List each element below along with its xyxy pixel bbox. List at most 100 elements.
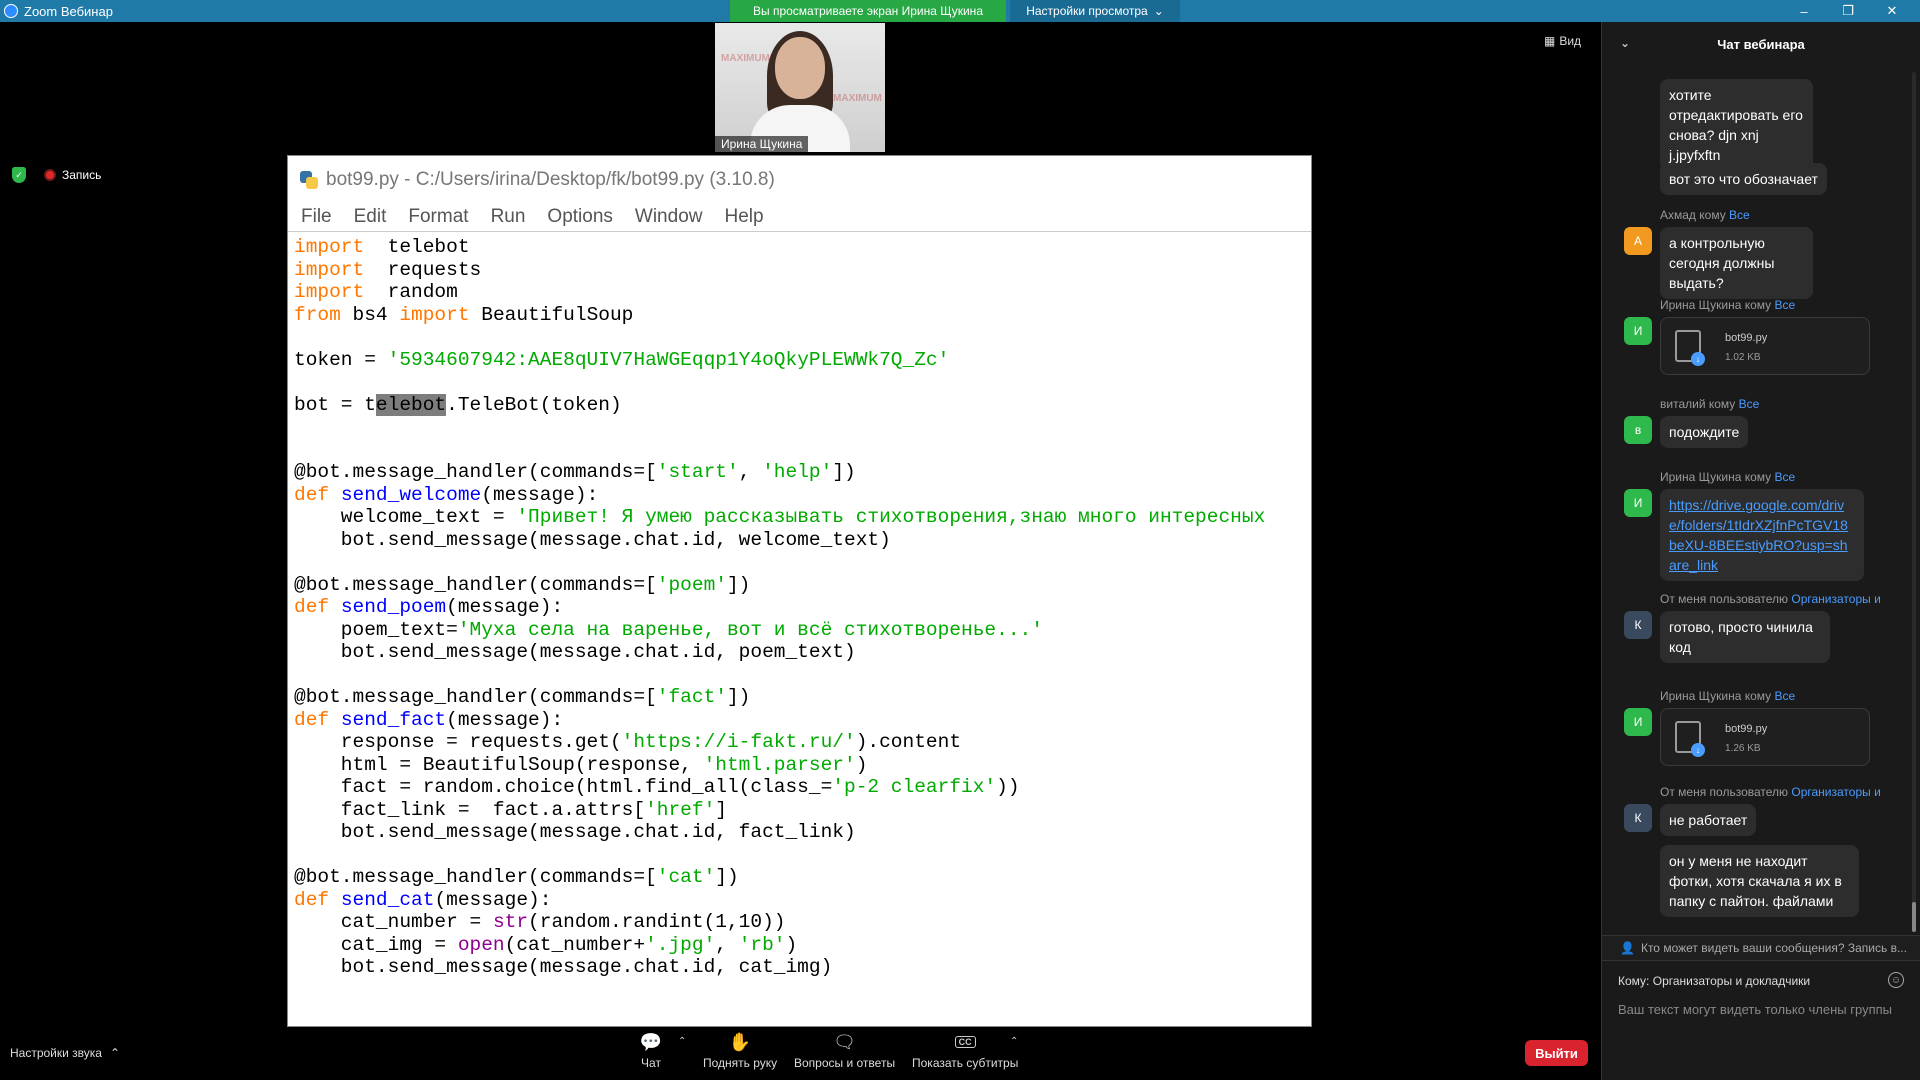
code-token: send_cat (340, 888, 435, 911)
code-token: 'Муха села на варенье, вот и всё стихотв… (457, 618, 1043, 641)
who-can-see-bar[interactable]: 👤 Кто может видеть ваши сообщения? Запис… (1602, 935, 1920, 961)
editor-menu-bar: File Edit Format Run Options Window Help (288, 203, 1311, 232)
code-token: import (294, 281, 365, 303)
code-line: welcome_text = 'Привет! Я умею рассказыв… (294, 506, 1311, 529)
code-token: import (399, 303, 470, 326)
code-token: def (294, 888, 330, 911)
view-settings-button[interactable]: Настройки просмотра ⌄ (1010, 0, 1180, 22)
speaker-video[interactable]: MAXIMUM MAXIMUM Ирина Щукина (715, 23, 885, 152)
chat-scrollbar[interactable] (1912, 72, 1916, 932)
recipient-link[interactable]: Все (1775, 298, 1796, 312)
chat-messages[interactable]: хотите отредактировать его снова? djn xn… (1602, 67, 1920, 935)
code-line: fact_link = fact.a.attrs['href'] (294, 799, 1311, 822)
chat-message: не работает (1660, 804, 1757, 836)
recipient-selector[interactable]: Кому: Организаторы и докладчики (1618, 974, 1810, 988)
code-token: fact = random.choice(html.find_all(class… (294, 776, 833, 798)
to-label: Кому: (1618, 974, 1650, 988)
menu-item-edit[interactable]: Edit (354, 206, 387, 228)
code-line: cat_number = str(random.randint(1,10)) (294, 911, 1311, 934)
file-attachment[interactable]: ↓ bot99.py 1.26 KB (1660, 708, 1870, 766)
code-token: str (492, 911, 529, 933)
chat-message: хотите отредактировать его снова? djn xn… (1660, 79, 1813, 171)
code-token: 'https://i-fakt.ru/' (621, 731, 856, 753)
code-token: open (457, 933, 505, 956)
chat-message: он у меня не находит фотки, хотя скачала… (1660, 845, 1859, 917)
watermark: MAXIMUM (721, 53, 770, 64)
view-button[interactable]: ▦ Вид (1544, 34, 1581, 48)
download-icon[interactable]: ↓ (1691, 352, 1705, 366)
audio-settings-button[interactable]: Настройки звука ⌃ (10, 1046, 120, 1060)
view-settings-label: Настройки просмотра (1026, 4, 1148, 18)
file-attachment[interactable]: ↓ bot99.py 1.02 KB (1660, 317, 1870, 375)
avatar: И (1624, 708, 1652, 736)
recipient-link[interactable]: Все (1775, 470, 1796, 484)
code-editor[interactable]: import telebot import requests import rand… (294, 236, 1311, 1026)
recipient-link[interactable]: Организаторы и (1791, 592, 1880, 606)
sender-name: Ирина Щукина кому (1660, 689, 1775, 703)
recipient-link[interactable]: Все (1729, 208, 1750, 222)
menu-item-file[interactable]: File (301, 206, 332, 228)
code-token: ]) (832, 461, 856, 483)
menu-item-run[interactable]: Run (491, 206, 526, 228)
recipient-link[interactable]: Все (1739, 397, 1760, 411)
python-icon (300, 170, 318, 189)
code-token: def (294, 708, 330, 731)
leave-button[interactable]: Выйти (1525, 1040, 1588, 1066)
code-token: BeautifulSoup (469, 303, 634, 326)
message-link[interactable]: https://drive.google.com/drive/folders/1… (1669, 497, 1848, 573)
recipient-link[interactable]: Организаторы и (1791, 785, 1880, 799)
code-line: bot.send_message(message.chat.id, cat_im… (294, 956, 1311, 979)
sender-name: Ирина Щукина кому (1660, 470, 1775, 484)
code-line: def send_poem(message): (294, 596, 1311, 619)
code-token: (message): (481, 483, 599, 506)
code-token: ]) (715, 866, 739, 888)
people-icon: 👤 (1620, 941, 1635, 955)
chat-scroll-thumb[interactable] (1912, 902, 1916, 932)
code-line: def send_cat(message): (294, 889, 1311, 912)
code-token: 'poem' (656, 573, 727, 596)
code-line: html = BeautifulSoup(response, 'html.par… (294, 754, 1311, 777)
code-line: import requests (294, 259, 1311, 282)
captions-button[interactable]: CC Показать субтитры (912, 1032, 1018, 1070)
code-token: @bot.message_handler(commands=[ (294, 686, 657, 708)
code-line: def send_fact(message): (294, 709, 1311, 732)
minimize-button[interactable]: – (1782, 0, 1826, 22)
recipient-link[interactable]: Все (1775, 689, 1796, 703)
chevron-down-icon[interactable]: ⌄ (1620, 36, 1630, 50)
code-token: def (294, 596, 330, 618)
idle-editor-window: bot99.py - C:/Users/irina/Desktop/fk/bot… (287, 155, 1312, 1027)
emoji-icon[interactable]: ☺ (1888, 972, 1904, 988)
code-line: @bot.message_handler(commands=['cat']) (294, 866, 1311, 889)
file-name: bot99.py (1725, 332, 1768, 344)
avatar: К (1624, 611, 1652, 639)
chevron-up-icon[interactable]: ⌃ (1010, 1036, 1018, 1047)
menu-item-window[interactable]: Window (635, 206, 703, 228)
shield-icon[interactable]: ✓ (12, 167, 26, 183)
code-token: 'rb' (738, 933, 786, 956)
code-token: telebot (364, 236, 470, 258)
chevron-up-icon[interactable]: ⌃ (678, 1036, 686, 1047)
download-icon[interactable]: ↓ (1691, 743, 1705, 757)
menu-item-options[interactable]: Options (547, 206, 612, 228)
code-line: cat_img = open(cat_number+'.jpg', 'rb') (294, 934, 1311, 957)
menu-item-format[interactable]: Format (408, 206, 468, 228)
chat-icon: 💬 (639, 1031, 663, 1052)
code-token: @bot.message_handler(commands=[ (294, 573, 657, 596)
qa-button[interactable]: 🗨 Вопросы и ответы (794, 1032, 895, 1071)
chat-button[interactable]: 💬 Чат (639, 1031, 663, 1071)
message-sender: Ирина Щукина кому Все (1660, 689, 1795, 703)
code-token: bot = t (294, 393, 376, 416)
chat-input[interactable]: Ваш текст могут видеть только члены груп… (1618, 1002, 1892, 1017)
close-button[interactable]: ✕ (1870, 0, 1914, 22)
restore-button[interactable]: ❐ (1826, 0, 1870, 22)
speaker-name: Ирина Щукина (715, 136, 809, 152)
raise-hand-button[interactable]: ✋ Поднять руку (703, 1032, 777, 1071)
sender-name: виталий кому (1660, 397, 1739, 411)
code-token: bot.send_message(message.chat.id, poem_t… (294, 641, 856, 663)
chat-message: https://drive.google.com/drive/folders/1… (1660, 489, 1864, 581)
file-size: 1.02 KB (1725, 352, 1761, 363)
captions-label: Показать субтитры (912, 1056, 1019, 1070)
menu-item-help[interactable]: Help (724, 206, 763, 228)
